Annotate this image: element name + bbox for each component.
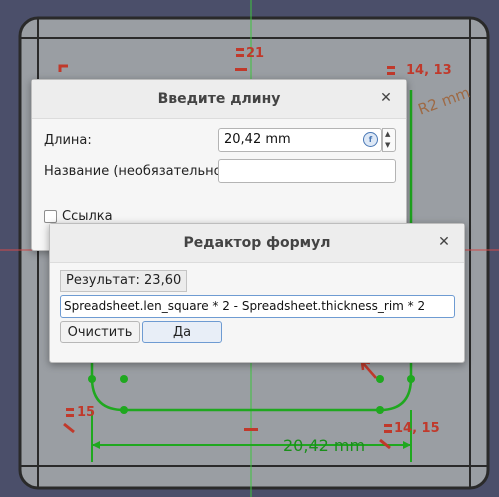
sketch-point[interactable] (376, 375, 384, 383)
name-input[interactable] (218, 159, 396, 183)
close-icon[interactable]: ✕ (436, 234, 452, 250)
chevron-up-icon[interactable]: ▲ (385, 130, 390, 138)
constraint-label-14-13[interactable]: 14, 13 (406, 63, 452, 78)
close-icon[interactable]: ✕ (378, 90, 394, 106)
ok-button[interactable]: Да (142, 321, 222, 343)
formula-editor-dialog: Редактор формул ✕ Результат: 23,60 Sprea… (49, 223, 465, 363)
sketch-point[interactable] (88, 375, 96, 383)
name-label: Название (необязательно) (44, 164, 227, 179)
chevron-down-icon[interactable]: ▼ (385, 141, 390, 149)
constraint-label-14-15[interactable]: 14, 15 (394, 421, 440, 436)
expression-input[interactable]: Spreadsheet.len_square * 2 - Spreadsheet… (60, 295, 455, 318)
result-display: Результат: 23,60 (60, 270, 188, 292)
length-input[interactable]: 20,42 mm (218, 128, 382, 152)
sketch-point[interactable] (407, 375, 415, 383)
reference-label: Ссылка (62, 209, 113, 224)
constraint-label-21[interactable]: 21 (246, 46, 264, 61)
clear-button[interactable]: Очистить (60, 321, 140, 343)
constraint-label-15[interactable]: 15 (77, 405, 95, 420)
sketch-point[interactable] (120, 375, 128, 383)
expression-icon[interactable]: f (363, 132, 378, 147)
length-label: Длина: (44, 133, 92, 148)
sketch-point[interactable] (120, 406, 128, 414)
length-spinbox[interactable]: ▲ ▼ (382, 128, 396, 152)
length-dialog-title: Введите длину (32, 80, 406, 119)
reference-checkbox[interactable] (44, 210, 57, 223)
formula-dialog-title: Редактор формул (50, 224, 464, 263)
sketch-point[interactable] (376, 406, 384, 414)
width-dimension-label[interactable]: 20,42 mm (283, 436, 365, 455)
horizontal-constraint-icon[interactable] (244, 428, 258, 431)
